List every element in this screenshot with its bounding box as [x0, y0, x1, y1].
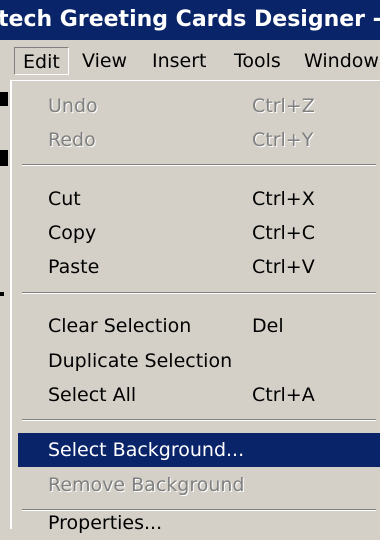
menu-edit[interactable]: Edit	[14, 47, 69, 75]
menu-item-label: Properties...	[48, 512, 163, 534]
menu-item-duplicate-selection[interactable]: Duplicate Selection	[18, 344, 380, 378]
window-title: tech Greeting Cards Designer - [G	[0, 7, 380, 32]
menu-item-label: Remove Background	[48, 474, 245, 496]
menu-item-shortcut: Ctrl+C	[252, 222, 315, 244]
menu-item-shortcut: Ctrl+Z	[252, 95, 315, 117]
menu-item-cut[interactable]: Cut Ctrl+X	[18, 182, 380, 216]
menu-item-label: Duplicate Selection	[48, 350, 233, 372]
menu-item-label: Clear Selection	[48, 315, 192, 337]
menu-item-properties[interactable]: Properties...	[18, 506, 380, 540]
menu-item-shortcut: Ctrl+V	[252, 256, 315, 278]
canvas-fragment	[0, 292, 4, 296]
menu-bar: Edit View Insert Tools Window	[0, 40, 380, 80]
menu-item-label: Undo	[48, 95, 98, 117]
menu-item-label: Redo	[48, 129, 96, 151]
menu-insert[interactable]: Insert	[144, 47, 215, 75]
menu-item-label: Copy	[48, 222, 97, 244]
menu-view[interactable]: View	[74, 47, 135, 75]
menu-item-shortcut: Ctrl+X	[252, 188, 315, 210]
toolbar-icon-fragment	[0, 150, 8, 166]
menu-item-label: Select All	[48, 384, 137, 406]
menu-window[interactable]: Window	[296, 47, 380, 75]
menu-item-remove-background[interactable]: Remove Background	[18, 468, 380, 502]
menu-item-undo[interactable]: Undo Ctrl+Z	[18, 89, 380, 123]
menu-item-copy[interactable]: Copy Ctrl+C	[18, 216, 380, 250]
menu-item-label: Cut	[48, 188, 81, 210]
menu-item-select-all[interactable]: Select All Ctrl+A	[18, 378, 380, 412]
background-workspace-strip	[0, 80, 10, 529]
menu-item-label: Paste	[48, 256, 100, 278]
menu-item-redo[interactable]: Redo Ctrl+Y	[18, 123, 380, 157]
menu-item-label: Select Background...	[48, 439, 245, 461]
menu-item-clear-selection[interactable]: Clear Selection Del	[18, 309, 380, 343]
menu-item-shortcut: Del	[252, 315, 284, 337]
menu-item-shortcut: Ctrl+A	[252, 384, 315, 406]
menu-item-shortcut: Ctrl+Y	[252, 129, 314, 151]
menu-item-paste[interactable]: Paste Ctrl+V	[18, 250, 380, 284]
menu-separator	[22, 164, 376, 166]
menu-tools[interactable]: Tools	[226, 47, 289, 75]
window-title-bar: tech Greeting Cards Designer - [G	[0, 0, 380, 40]
menu-separator	[22, 292, 376, 294]
menu-item-select-background[interactable]: Select Background...	[18, 433, 380, 467]
menu-separator	[22, 419, 376, 421]
toolbar-icon-fragment	[0, 92, 8, 106]
edit-menu-dropdown: Undo Ctrl+Z Redo Ctrl+Y Cut Ctrl+X Copy …	[10, 80, 380, 534]
